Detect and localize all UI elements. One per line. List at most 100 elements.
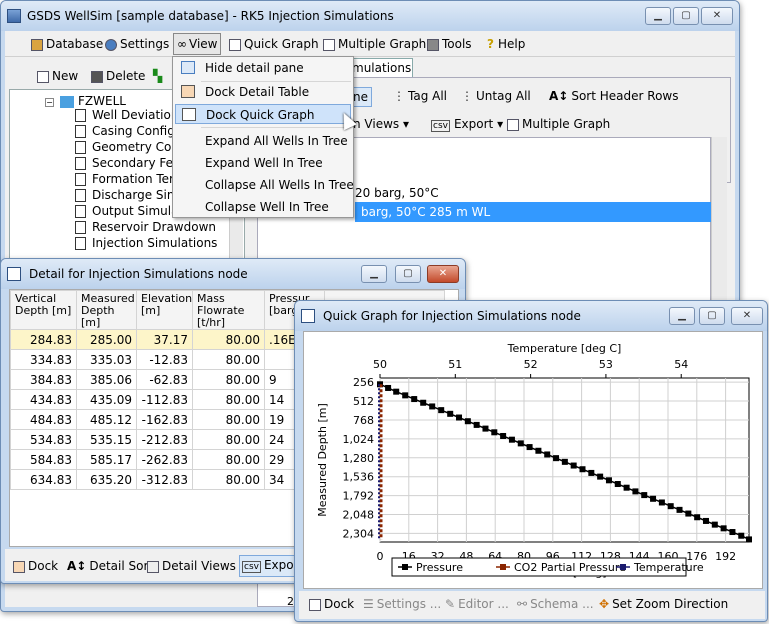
settings-icon: ☰ xyxy=(363,597,374,611)
menu-item-expand-well[interactable]: Expand Well In Tree xyxy=(175,153,351,173)
menu-help[interactable]: ? Help xyxy=(487,35,525,55)
table-cell[interactable]: 584.83 xyxy=(10,449,77,470)
pressure-point xyxy=(676,506,683,513)
graph-editor-button[interactable]: ✎ Editor ... xyxy=(445,595,509,613)
table-cell[interactable]: 634.83 xyxy=(10,469,77,490)
column-header[interactable]: Vertical Depth [m] xyxy=(10,290,77,330)
table-cell[interactable]: 80.00 xyxy=(192,429,265,450)
menu-multiple-graph[interactable]: Multiple Graph xyxy=(323,35,426,55)
new-button[interactable]: New xyxy=(37,67,78,85)
legend-label: CO2 Partial Pressure xyxy=(514,561,626,574)
tree-item[interactable]: Reservoir Drawdown xyxy=(75,219,216,235)
pressure-point xyxy=(553,455,560,462)
list-row-selected[interactable]: barg, 50°C 285 m WL xyxy=(355,202,711,222)
tree-item[interactable]: Secondary Fee xyxy=(75,155,180,171)
list-row[interactable]: 20 barg, 50°C xyxy=(355,183,711,203)
minimize-button[interactable]: ▁ xyxy=(361,265,387,283)
table-cell[interactable]: -12.83 xyxy=(136,349,193,370)
sort-header-rows-button[interactable]: A↕ Sort Header Rows xyxy=(549,87,678,105)
table-cell[interactable]: 80.00 xyxy=(192,389,265,410)
minimize-button[interactable]: ▁ xyxy=(645,7,671,25)
table-cell[interactable]: 534.83 xyxy=(10,429,77,450)
views-icon xyxy=(147,560,159,573)
table-cell[interactable]: 335.03 xyxy=(76,349,137,370)
column-header[interactable]: Elevation [m] xyxy=(136,290,193,330)
close-button[interactable]: ✕ xyxy=(731,307,763,325)
menu-view[interactable]: ∞ View xyxy=(173,33,222,55)
maximize-button[interactable]: ▢ xyxy=(673,7,699,25)
toolbar-extra-icon[interactable]: ▚ xyxy=(153,67,162,85)
column-header[interactable]: Measured Depth [m] xyxy=(76,290,137,330)
tag-all-button[interactable]: ⋮ Tag All xyxy=(393,87,447,105)
table-cell[interactable]: 80.00 xyxy=(192,349,265,370)
table-cell[interactable]: 334.83 xyxy=(10,349,77,370)
tree-item[interactable]: Formation Ter xyxy=(75,171,174,187)
detail-titlebar[interactable]: Detail for Injection Simulations node ▁ … xyxy=(1,259,465,289)
tree-item[interactable]: Casing Configu xyxy=(75,123,182,139)
detail-views-dropdown[interactable]: Detail Views ▾ xyxy=(147,557,246,575)
multiple-graph-button[interactable]: Multiple Graph xyxy=(507,115,610,133)
menu-item-collapse-all-wells[interactable]: Collapse All Wells In Tree xyxy=(175,175,354,195)
menu-settings[interactable]: Settings xyxy=(105,35,169,55)
table-cell[interactable]: 635.20 xyxy=(76,469,137,490)
main-titlebar[interactable]: GSDS WellSim [sample database] - RK5 Inj… xyxy=(1,1,739,31)
table-cell[interactable]: -162.83 xyxy=(136,409,193,430)
help-icon: ? xyxy=(487,37,494,51)
table-cell[interactable]: -212.83 xyxy=(136,429,193,450)
table-cell[interactable]: 80.00 xyxy=(192,369,265,390)
menu-item-dock-detail-table[interactable]: Dock Detail Table xyxy=(175,82,351,102)
close-button[interactable]: ✕ xyxy=(701,7,733,25)
table-cell[interactable]: 285.00 xyxy=(76,329,137,350)
table-cell[interactable]: 535.15 xyxy=(76,429,137,450)
tree-item[interactable]: Geometry Cor xyxy=(75,139,176,155)
menu-quick-graph[interactable]: Quick Graph xyxy=(229,35,319,55)
tree-item[interactable]: Output Simula xyxy=(75,203,178,219)
table-cell[interactable]: 80.00 xyxy=(192,329,265,350)
menu-item-collapse-well[interactable]: Collapse Well In Tree xyxy=(175,197,351,217)
table-cell[interactable]: 585.17 xyxy=(76,449,137,470)
maximize-button[interactable]: ▢ xyxy=(699,307,725,325)
column-header[interactable]: Mass Flowrate [t/hr] xyxy=(192,290,265,330)
set-zoom-direction-button[interactable]: ✥ Set Zoom Direction xyxy=(599,595,728,613)
table-cell[interactable]: -262.83 xyxy=(136,449,193,470)
menu-tools[interactable]: Tools xyxy=(427,35,472,55)
table-cell[interactable]: 80.00 xyxy=(192,449,265,470)
graph-dock-button[interactable]: Dock xyxy=(309,595,354,613)
table-cell[interactable]: 385.06 xyxy=(76,369,137,390)
detail-sort-button[interactable]: A↕ Detail Sort xyxy=(67,557,153,575)
table-cell[interactable]: -112.83 xyxy=(136,389,193,410)
table-cell[interactable]: 485.12 xyxy=(76,409,137,430)
table-cell[interactable]: 37.17 xyxy=(136,329,193,350)
table-cell[interactable]: -62.83 xyxy=(136,369,193,390)
quick-graph-titlebar[interactable]: Quick Graph for Injection Simulations no… xyxy=(295,301,767,331)
table-cell[interactable]: 284.83 xyxy=(10,329,77,350)
expand-icon[interactable]: − xyxy=(45,98,54,107)
minimize-button[interactable]: ▁ xyxy=(669,307,695,325)
delete-button[interactable]: Delete xyxy=(91,67,145,85)
table-cell[interactable]: 434.83 xyxy=(10,389,77,410)
menu-item-hide-detail-pane[interactable]: Hide detail pane xyxy=(175,58,351,78)
menu-item-expand-all-wells[interactable]: Expand All Wells In Tree xyxy=(175,131,351,151)
tree-item[interactable]: Discharge Simu xyxy=(75,187,186,203)
graph-settings-button[interactable]: ☰ Settings ... xyxy=(363,595,441,613)
maximize-button[interactable]: ▢ xyxy=(395,265,421,283)
close-button[interactable]: ✕ xyxy=(427,265,459,283)
pressure-point xyxy=(464,418,471,425)
table-cell[interactable]: 435.09 xyxy=(76,389,137,410)
table-cell[interactable]: 484.83 xyxy=(10,409,77,430)
tree-item[interactable]: Injection Simulations xyxy=(75,235,217,251)
document-icon xyxy=(75,109,86,122)
export-button[interactable]: csv Export ▾ xyxy=(431,115,503,135)
table-cell[interactable]: 384.83 xyxy=(10,369,77,390)
table-cell[interactable]: 80.00 xyxy=(192,469,265,490)
tree-item[interactable]: Well Deviation xyxy=(75,107,178,123)
table-cell[interactable]: -312.83 xyxy=(136,469,193,490)
table-cell[interactable]: 80.00 xyxy=(192,409,265,430)
untag-all-button[interactable]: ⋮ Untag All xyxy=(461,87,531,105)
menu-item-dock-quick-graph[interactable]: Dock Quick Graph xyxy=(175,104,351,124)
menu-database[interactable]: Database xyxy=(31,35,103,55)
graph-schema-button[interactable]: ⚯ Schema ... xyxy=(517,595,594,613)
views-dropdown[interactable]: n Views ▾ xyxy=(353,115,409,133)
quick-graph-chart[interactable]: 0 16 32 48 64 80 96 112 128 144 160 176 19250 51 52 53 5… xyxy=(304,332,762,588)
dock-button[interactable]: Dock xyxy=(13,557,58,575)
